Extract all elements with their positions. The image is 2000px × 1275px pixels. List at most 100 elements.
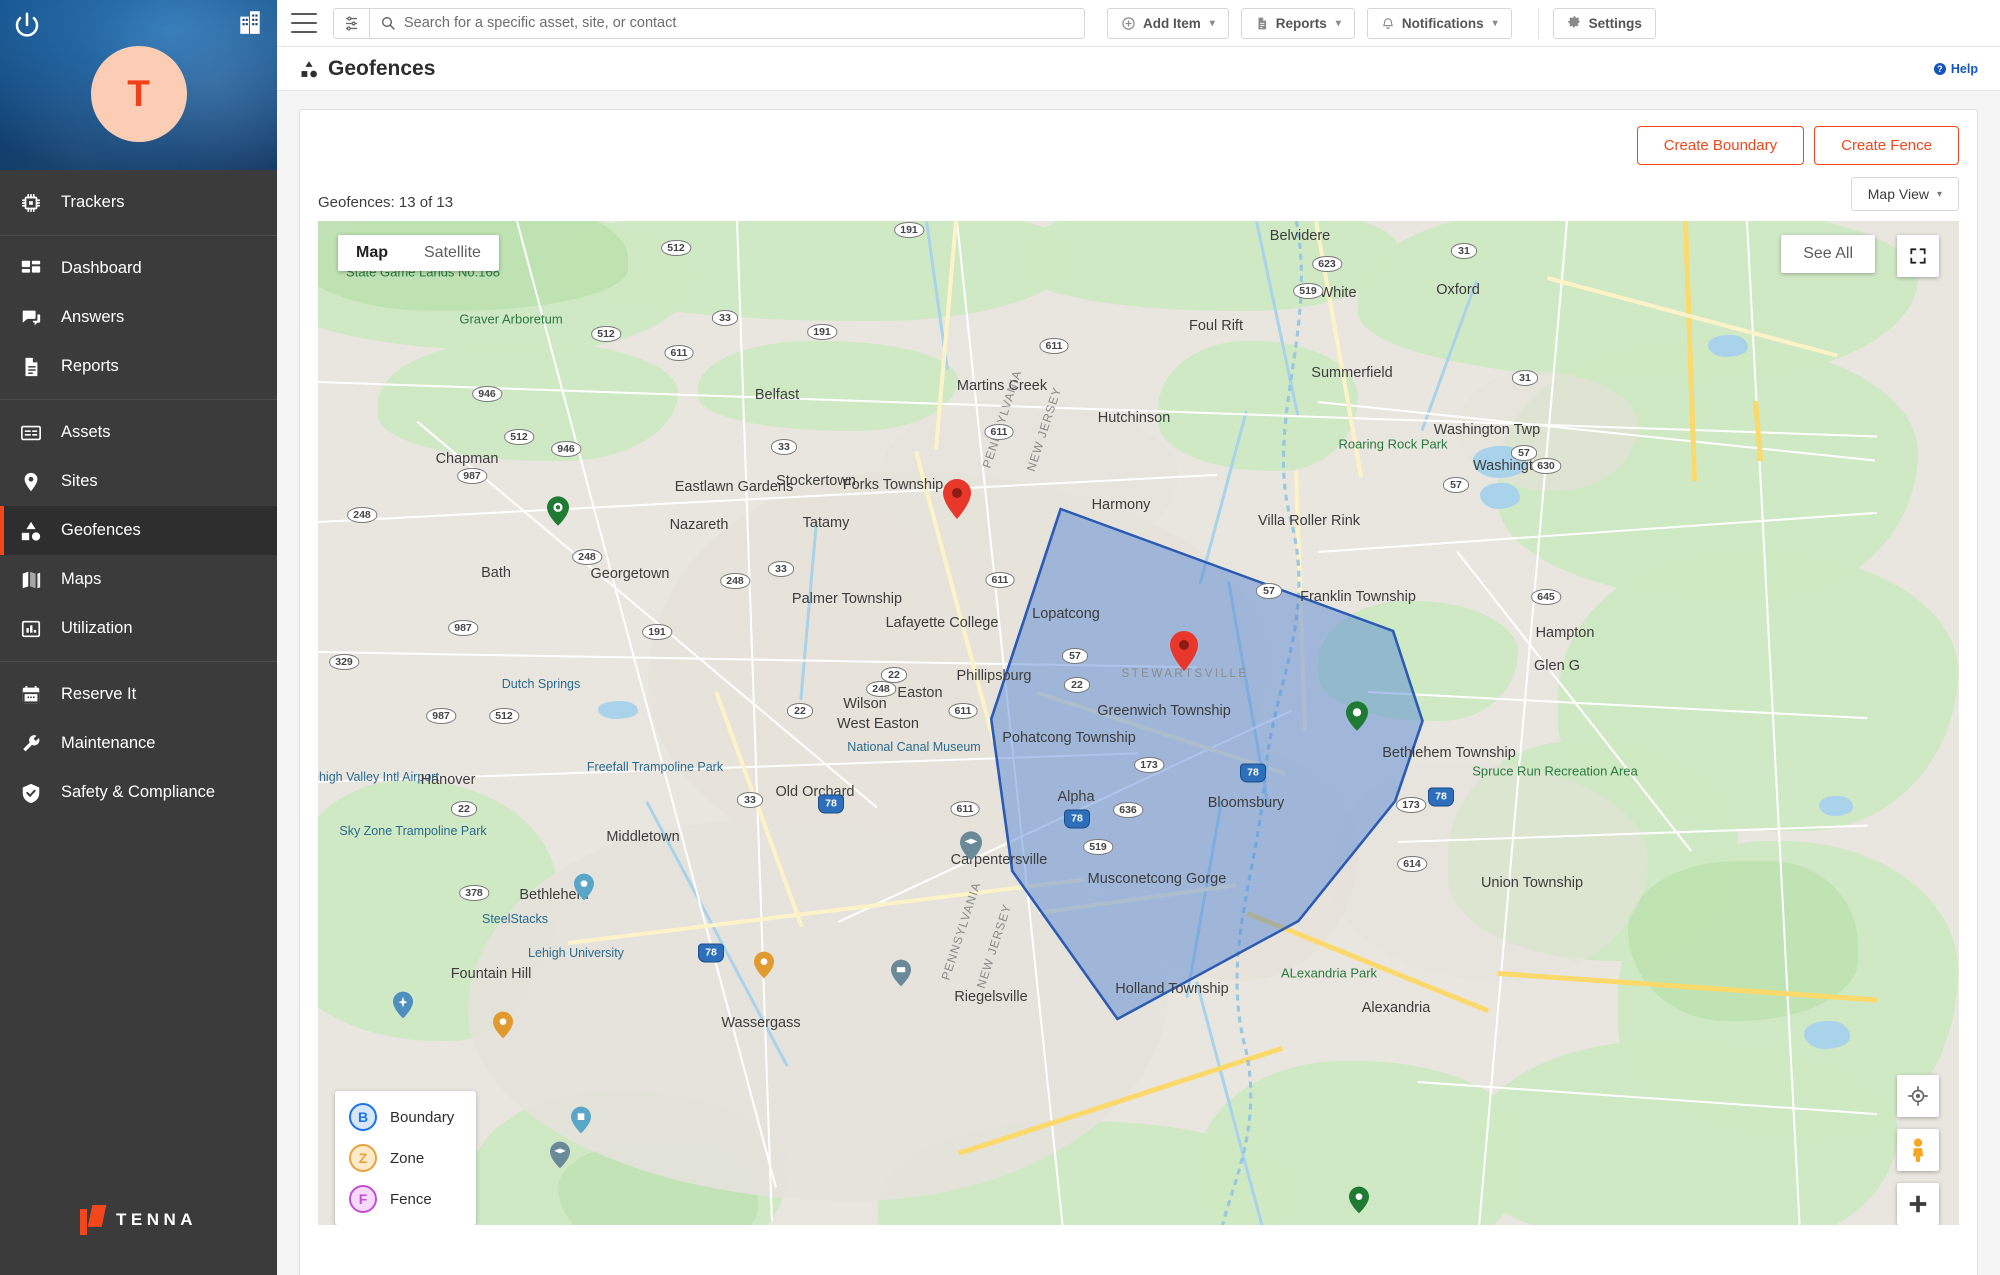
document-icon bbox=[16, 356, 46, 378]
company-building-icon[interactable] bbox=[237, 8, 263, 36]
map-place-label: Tatamy bbox=[802, 515, 850, 531]
route-shield: 248 bbox=[866, 681, 896, 697]
poi-pin-lehigh-valley-airport[interactable] bbox=[393, 991, 415, 1021]
route-shield: 22 bbox=[451, 801, 477, 817]
map-place-label: ALexandria Park bbox=[1280, 965, 1378, 981]
map-view-label: Map View bbox=[1867, 186, 1929, 202]
sidebar-item-label: Reserve It bbox=[61, 685, 137, 703]
map-canvas[interactable]: State Game Lands No.168 Graver Arboretum C… bbox=[318, 221, 1959, 1225]
route-shield: 329 bbox=[329, 654, 359, 670]
map-place-label: Martins Creek bbox=[956, 378, 1048, 394]
sidebar-item-geofences[interactable]: Geofences bbox=[0, 506, 277, 555]
geofence-count: Geofences: 13 of 13 bbox=[318, 194, 454, 211]
sidebar-item-maps[interactable]: Maps bbox=[0, 555, 277, 604]
gear-icon bbox=[1567, 15, 1580, 27]
sidebar-item-dashboard[interactable]: Dashboard bbox=[0, 244, 277, 293]
help-link[interactable]: ? Help bbox=[1933, 62, 1978, 76]
map-place-label: Chapman bbox=[435, 451, 499, 467]
zoom-in-button[interactable] bbox=[1897, 1183, 1939, 1225]
sidebar-item-assets[interactable]: Assets bbox=[0, 408, 277, 457]
poi-pin-graver-arboretum[interactable] bbox=[547, 496, 569, 526]
route-shield: 645 bbox=[1531, 589, 1561, 605]
map-controls bbox=[1897, 1075, 1939, 1225]
legend-badge-boundary: B bbox=[349, 1103, 377, 1131]
poi-pin-sky-zone[interactable] bbox=[493, 1011, 515, 1041]
add-item-label: Add Item bbox=[1143, 15, 1201, 31]
sidebar-item-utilization[interactable]: Utilization bbox=[0, 604, 277, 653]
map-place-label: Lopatcong bbox=[1032, 606, 1100, 622]
route-shield: 22 bbox=[787, 703, 813, 719]
legend-label: Boundary bbox=[390, 1108, 455, 1126]
search-input[interactable] bbox=[404, 15, 1074, 31]
reports-label: Reports bbox=[1275, 15, 1327, 31]
search-bar[interactable] bbox=[369, 7, 1085, 39]
folded-map-icon bbox=[16, 569, 46, 591]
sidebar-item-reserve-it[interactable]: Reserve It bbox=[0, 670, 277, 719]
fullscreen-icon bbox=[1910, 248, 1926, 264]
poi-pin-steelstacks[interactable] bbox=[571, 1106, 593, 1136]
legend-label: Fence bbox=[390, 1190, 432, 1208]
geofence-marker-1[interactable] bbox=[943, 479, 971, 519]
sidebar-item-safety-compliance[interactable]: Safety & Compliance bbox=[0, 768, 277, 817]
menu-toggle-icon[interactable] bbox=[291, 13, 317, 33]
see-all-button[interactable]: See All bbox=[1781, 235, 1875, 273]
route-shield: 248 bbox=[572, 549, 602, 565]
sidebar-nav: Trackers Dashboard Answers Reports Asset… bbox=[0, 170, 277, 825]
poi-pin-villa-roller-rink[interactable] bbox=[1346, 701, 1368, 731]
tenna-wordmark: TENNA bbox=[115, 1210, 198, 1229]
nav-group-2: Dashboard Answers Reports bbox=[0, 236, 277, 400]
route-shield: 987 bbox=[457, 468, 487, 484]
map-place-label: Freefall Trampoline Park bbox=[586, 760, 724, 774]
bar-chart-icon bbox=[16, 618, 46, 640]
route-shield: 191 bbox=[894, 222, 924, 238]
power-icon[interactable] bbox=[12, 10, 42, 40]
map-type-toggle[interactable]: Map Satellite bbox=[338, 235, 499, 271]
route-shield: 630 bbox=[1531, 458, 1561, 474]
sidebar-item-maintenance[interactable]: Maintenance bbox=[0, 719, 277, 768]
my-location-button[interactable] bbox=[1897, 1075, 1939, 1117]
map-place-label: Forks Township bbox=[842, 477, 944, 493]
add-item-button[interactable]: Add Item ▾ bbox=[1107, 7, 1229, 39]
map-legend: B Boundary Z Zone F Fence bbox=[335, 1091, 477, 1225]
poi-pin-national-canal-museum[interactable] bbox=[891, 959, 913, 989]
settings-button[interactable]: Settings bbox=[1552, 7, 1656, 39]
route-shield: 173 bbox=[1396, 797, 1426, 813]
map-place-label: Summerfield bbox=[1311, 365, 1393, 381]
poi-pin-freefall-trampoline-park[interactable] bbox=[754, 951, 776, 981]
list-card-icon bbox=[16, 422, 46, 444]
reports-button[interactable]: Reports ▾ bbox=[1240, 7, 1355, 39]
map-type-map[interactable]: Map bbox=[338, 235, 406, 271]
legend-row: F Fence bbox=[349, 1185, 454, 1213]
sidebar-item-label: Maps bbox=[61, 570, 102, 588]
geofence-marker-2[interactable] bbox=[1170, 631, 1198, 671]
notifications-button[interactable]: Notifications ▾ bbox=[1366, 7, 1512, 39]
interstate-shield: 78 bbox=[818, 794, 844, 814]
route-shield: 611 bbox=[950, 801, 980, 817]
poi-pin-dutch-springs[interactable] bbox=[574, 873, 596, 903]
map-place-label: Holland Township bbox=[1115, 981, 1229, 997]
filter-settings-icon[interactable] bbox=[333, 7, 369, 39]
poi-pin-alexandria-park[interactable] bbox=[1349, 1186, 1371, 1216]
create-boundary-button[interactable]: Create Boundary bbox=[1636, 126, 1805, 165]
map-place-label: Easton bbox=[897, 685, 943, 701]
bell-icon bbox=[1382, 17, 1393, 29]
map-place-label: Hanover bbox=[420, 772, 476, 788]
street-view-button[interactable] bbox=[1897, 1129, 1939, 1171]
map-type-satellite[interactable]: Satellite bbox=[406, 235, 499, 271]
sidebar-item-sites[interactable]: Sites bbox=[0, 457, 277, 506]
map-view-dropdown[interactable]: Map View ▾ bbox=[1850, 177, 1959, 211]
avatar[interactable]: T bbox=[90, 46, 187, 142]
main-area: Add Item ▾ Reports ▾ Notific bbox=[277, 0, 2000, 1275]
map-place-label: Washington Twp bbox=[1433, 422, 1541, 438]
create-fence-button[interactable]: Create Fence bbox=[1814, 126, 1959, 165]
sidebar-item-reports[interactable]: Reports bbox=[0, 342, 277, 391]
sidebar-item-answers[interactable]: Answers bbox=[0, 293, 277, 342]
sidebar-item-label: Assets bbox=[61, 423, 111, 441]
chevron-down-icon: ▾ bbox=[1936, 188, 1942, 200]
map-place-label: Wilson bbox=[843, 696, 887, 712]
sidebar-item-trackers[interactable]: Trackers bbox=[0, 178, 277, 227]
fullscreen-button[interactable] bbox=[1897, 235, 1939, 277]
map-place-label: Foul Rift bbox=[1189, 318, 1243, 334]
poi-pin-lafayette-college[interactable] bbox=[960, 831, 982, 861]
poi-pin-lehigh-university[interactable] bbox=[550, 1141, 572, 1171]
